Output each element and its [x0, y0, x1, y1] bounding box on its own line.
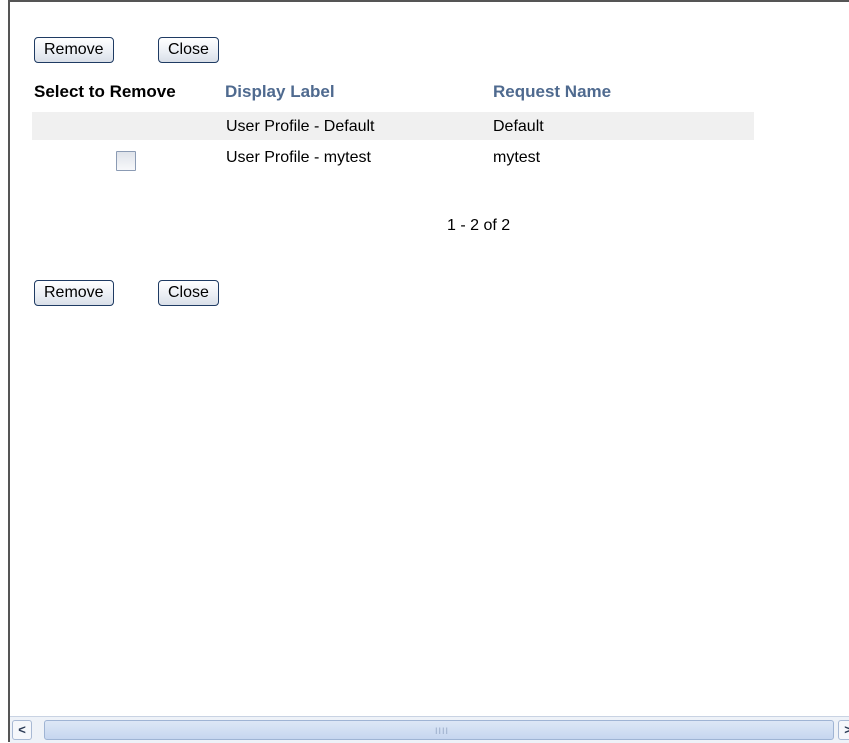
- scrollbar-grip-icon: IIII: [435, 726, 450, 736]
- column-header-select: Select to Remove: [34, 82, 176, 101]
- select-to-remove-checkbox[interactable]: [116, 151, 136, 171]
- scroll-left-arrow-icon[interactable]: <: [12, 720, 32, 740]
- scroll-right-arrow-icon[interactable]: >: [838, 720, 849, 740]
- request-name-cell: mytest: [493, 149, 541, 166]
- remove-button-bottom[interactable]: Remove: [34, 280, 114, 306]
- display-label-cell: User Profile - Default: [226, 118, 375, 135]
- pagination-summary: 1 - 2 of 2: [447, 217, 511, 234]
- display-label-cell: User Profile - mytest: [226, 149, 371, 166]
- request-name-cell: Default: [493, 118, 544, 135]
- remove-button-top[interactable]: Remove: [34, 37, 114, 63]
- column-header-request-name[interactable]: Request Name: [493, 82, 611, 102]
- table-row: [32, 112, 754, 140]
- scrollbar-thumb[interactable]: IIII: [44, 720, 834, 740]
- column-header-display-label[interactable]: Display Label: [225, 82, 335, 102]
- horizontal-scrollbar[interactable]: < IIII >: [10, 716, 849, 743]
- close-button-bottom[interactable]: Close: [158, 280, 219, 306]
- close-button-top[interactable]: Close: [158, 37, 219, 63]
